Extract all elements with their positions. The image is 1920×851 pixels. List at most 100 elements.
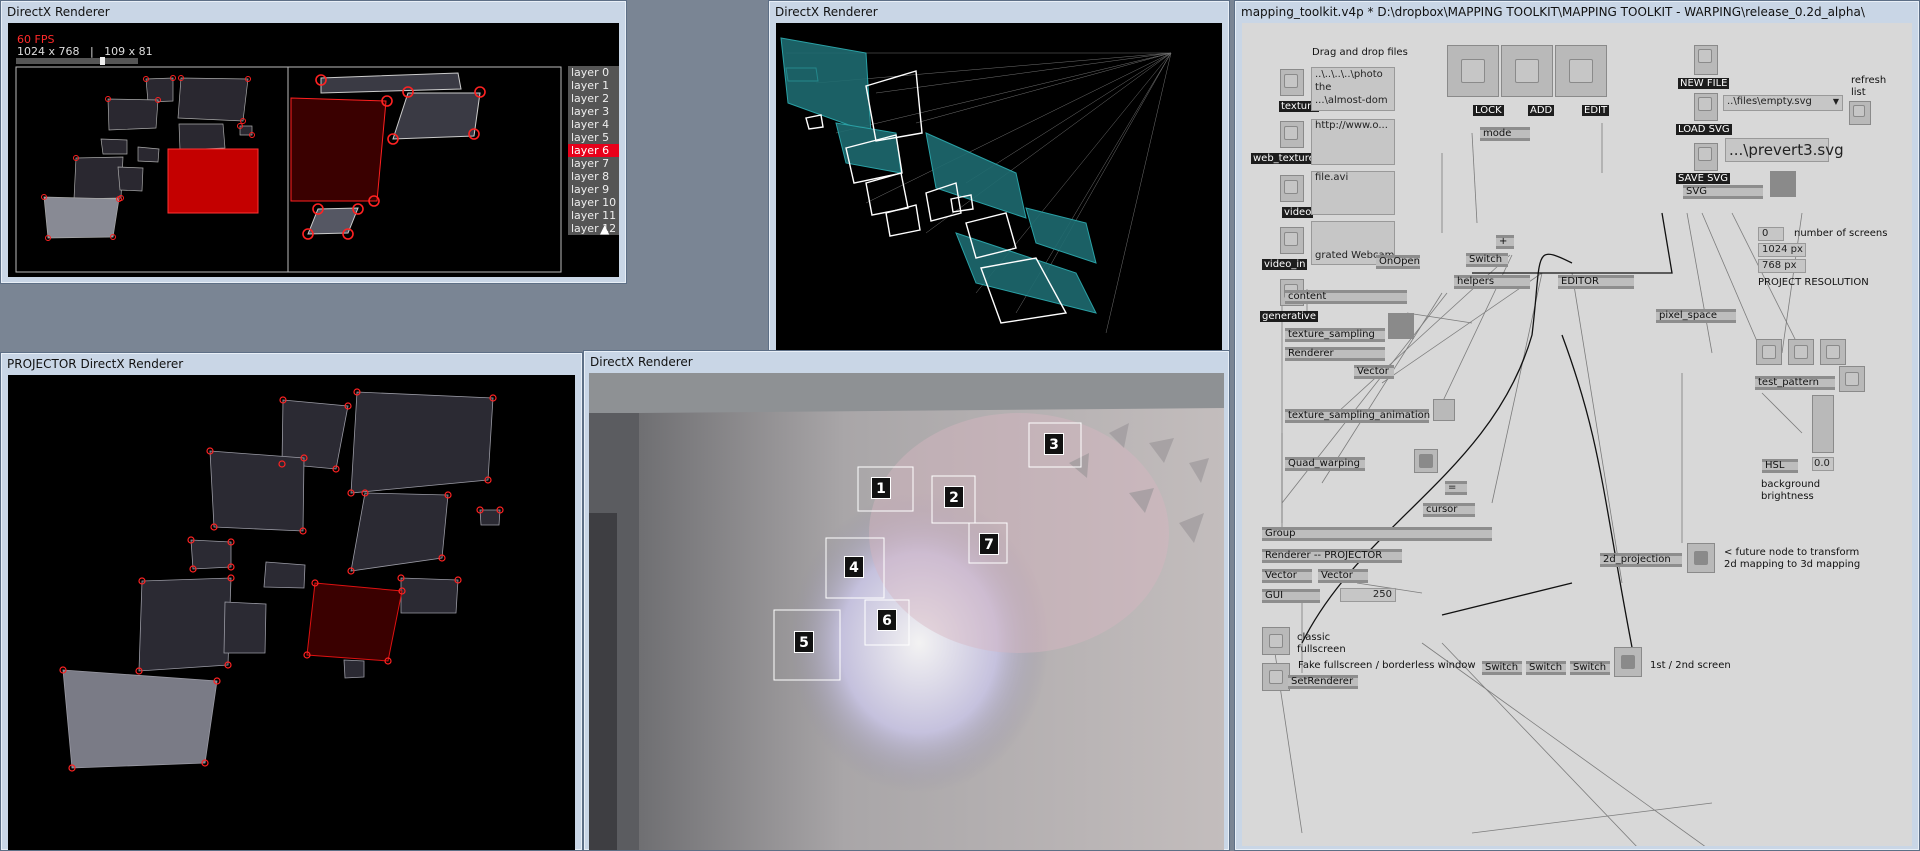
- layer-item[interactable]: layer 5: [568, 131, 619, 144]
- layer-item-active[interactable]: layer 6: [568, 144, 619, 157]
- classic-fullscreen-toggle[interactable]: [1262, 627, 1290, 655]
- load-svg-bang[interactable]: [1694, 93, 1718, 121]
- svg-preview-box[interactable]: [1770, 171, 1796, 197]
- quad-label-1: 1: [871, 477, 891, 499]
- content-node[interactable]: content: [1285, 290, 1407, 304]
- editor-node[interactable]: EDITOR: [1558, 275, 1634, 289]
- texture-path-field[interactable]: ..\..\..\..\photo the ...\almost-dom: [1311, 67, 1395, 111]
- video-label: video: [1282, 207, 1314, 218]
- projector-window[interactable]: PROJECTOR DirectX Renderer: [0, 352, 583, 851]
- video-file-field[interactable]: file.avi: [1311, 171, 1395, 215]
- pixel-space-node[interactable]: pixel_space: [1656, 309, 1736, 323]
- mode-node[interactable]: mode: [1480, 127, 1530, 141]
- edit-label: EDIT: [1582, 105, 1610, 116]
- test-pattern-toggle-a[interactable]: [1756, 339, 1782, 365]
- save-svg-bang[interactable]: [1694, 143, 1718, 171]
- svg-node[interactable]: SVG: [1683, 185, 1763, 199]
- layer-item[interactable]: layer 11: [568, 209, 619, 222]
- vector-node[interactable]: Vector: [1354, 365, 1394, 379]
- layer-item[interactable]: layer 3: [568, 105, 619, 118]
- patch-window[interactable]: mapping_toolkit.v4p * D:\dropbox\MAPPING…: [1234, 0, 1920, 851]
- video-toggle[interactable]: [1280, 175, 1304, 202]
- texture-preview-box[interactable]: [1388, 313, 1414, 339]
- plus-node[interactable]: +: [1496, 235, 1514, 249]
- web-texture-toggle[interactable]: [1280, 121, 1304, 148]
- layer-item[interactable]: layer 2: [568, 92, 619, 105]
- layer-item[interactable]: layer 10: [568, 196, 619, 209]
- screen-select-toggle[interactable]: [1614, 647, 1642, 677]
- vector-a-node[interactable]: Vector: [1262, 569, 1312, 583]
- onopen-node[interactable]: OnOpen: [1376, 255, 1420, 269]
- renderer-editor-window[interactable]: DirectX Renderer 60 FPS 1024 x 768 | 109…: [0, 0, 627, 284]
- quad-label-7: 7: [979, 533, 999, 555]
- patch-title: mapping_toolkit.v4p * D:\dropbox\MAPPING…: [1241, 5, 1865, 19]
- test-pattern-preview-box[interactable]: [1839, 366, 1865, 392]
- gui-node[interactable]: GUI: [1262, 589, 1320, 603]
- height-px-field[interactable]: 768 px: [1758, 259, 1806, 273]
- switch-node-2[interactable]: Switch: [1526, 661, 1566, 675]
- switch-node[interactable]: Switch: [1466, 253, 1508, 267]
- gui-value-field[interactable]: 250: [1340, 588, 1396, 602]
- renderer-projector-node[interactable]: Renderer -- PROJECTOR: [1262, 549, 1402, 563]
- edit-bang[interactable]: [1555, 45, 1607, 97]
- setrenderer-node[interactable]: SetRenderer: [1288, 675, 1358, 689]
- renderer-3d-window[interactable]: DirectX Renderer: [768, 0, 1230, 367]
- renderer-node[interactable]: Renderer: [1285, 347, 1385, 361]
- classic-label: classic: [1297, 632, 1331, 643]
- layer-item[interactable]: layer 4: [568, 118, 619, 131]
- vector-b-node[interactable]: Vector: [1318, 569, 1368, 583]
- quad-warping-node[interactable]: Quad_warping: [1285, 457, 1365, 471]
- camera-viewport[interactable]: 1 2 3 4 7 6 5: [589, 373, 1224, 850]
- 3d-viewport[interactable]: [776, 23, 1222, 360]
- quad-label-2: 2: [944, 486, 964, 508]
- lock-label: LOCK: [1473, 105, 1504, 116]
- helpers-node[interactable]: helpers: [1454, 275, 1530, 289]
- equals-node[interactable]: =: [1445, 481, 1467, 495]
- svg-path-field[interactable]: ...\prevert3.svg: [1725, 138, 1844, 162]
- test-pattern-toggle-b[interactable]: [1788, 339, 1814, 365]
- 2d-projection-node[interactable]: 2d_projection: [1600, 553, 1682, 567]
- patch-canvas[interactable]: Drag and drop files texture web_texture …: [1242, 23, 1912, 846]
- video-in-toggle[interactable]: [1280, 227, 1304, 254]
- camera-photo: [589, 373, 1224, 850]
- layer-item[interactable]: layer 7: [568, 157, 619, 170]
- refresh-list-bang[interactable]: [1849, 101, 1871, 125]
- camera-window[interactable]: DirectX Renderer 1 2 3 4 7 6 5: [583, 350, 1230, 851]
- add-bang[interactable]: [1501, 45, 1553, 97]
- lock-bang[interactable]: [1447, 45, 1499, 97]
- projector-canvas: [59, 388, 504, 772]
- layer-item[interactable]: layer 1: [568, 79, 619, 92]
- projector-viewport[interactable]: [8, 375, 575, 850]
- generative-label: generative: [1260, 311, 1318, 322]
- switch-node-1[interactable]: Switch: [1482, 661, 1522, 675]
- cursor-toggle[interactable]: [1414, 449, 1438, 473]
- number-of-screens-value[interactable]: 0: [1758, 227, 1784, 241]
- editor-canvas[interactable]: [8, 23, 619, 277]
- cursor-node[interactable]: cursor: [1423, 503, 1475, 517]
- texture-sampling-node[interactable]: texture_sampling: [1285, 328, 1385, 342]
- brightness-slider[interactable]: [1812, 395, 1834, 453]
- new-file-bang[interactable]: [1694, 45, 1718, 75]
- projection-preview-box[interactable]: [1687, 543, 1715, 573]
- layer-item[interactable]: layer 8: [568, 170, 619, 183]
- layer-item[interactable]: layer 0: [568, 66, 619, 79]
- layer-item[interactable]: layer 12: [568, 222, 619, 235]
- width-px-field[interactable]: 1024 px: [1758, 243, 1806, 257]
- texture-toggle[interactable]: [1280, 69, 1304, 96]
- test-pattern-node[interactable]: test_pattern: [1755, 376, 1835, 390]
- future-node-label-1: < future node to transform: [1724, 547, 1860, 558]
- files-dropdown[interactable]: ..\files\empty.svg ▼: [1723, 95, 1843, 111]
- animation-preview-box[interactable]: [1433, 399, 1455, 421]
- hsl-node[interactable]: HSL: [1762, 459, 1798, 473]
- group-node[interactable]: Group: [1262, 527, 1492, 541]
- test-pattern-toggle-c[interactable]: [1820, 339, 1846, 365]
- layer-item[interactable]: layer 9: [568, 183, 619, 196]
- fullscreen-label: fullscreen: [1297, 644, 1346, 655]
- fake-fullscreen-toggle[interactable]: [1262, 663, 1290, 691]
- quad-label-6: 6: [877, 609, 897, 631]
- switch-node-3[interactable]: Switch: [1570, 661, 1610, 675]
- texture-sampling-animation-node[interactable]: texture_sampling_animation: [1285, 409, 1430, 423]
- brightness-value[interactable]: 0.0: [1812, 457, 1834, 471]
- url-field[interactable]: http://www.o...: [1311, 119, 1395, 165]
- editor-viewport[interactable]: 60 FPS 1024 x 768 | 109 x 81 layer 0 lay…: [8, 23, 619, 277]
